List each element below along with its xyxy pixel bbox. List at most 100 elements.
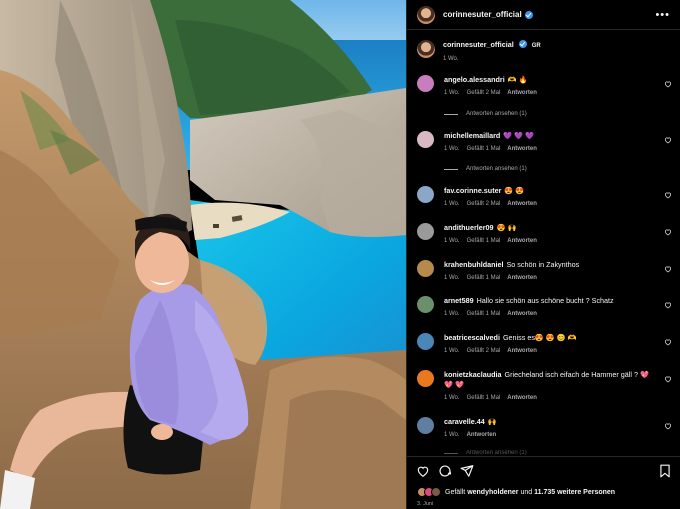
likes-and: und — [520, 488, 533, 496]
heart-icon[interactable] — [664, 136, 672, 144]
commenter-avatar[interactable] — [417, 417, 434, 434]
comment-text: 😍 😍 — [504, 186, 525, 195]
comment-username[interactable]: arnet589 — [444, 296, 474, 305]
comment-item: andithuerler09 😍 🙌 1 Wo. Gefällt 1 Mal Antw… — [417, 223, 672, 244]
heart-icon[interactable] — [664, 301, 672, 309]
comment-time: 1 Wo. — [444, 395, 460, 401]
comment-username[interactable]: caravelle.44 — [444, 417, 485, 426]
heart-icon[interactable] — [664, 191, 672, 199]
comment-time: 1 Wo. — [444, 201, 460, 207]
post-header: corinnesuter_official ••• — [407, 0, 680, 30]
reply-button[interactable]: Antworten — [507, 146, 537, 152]
post-date[interactable]: 3. Juni — [417, 501, 433, 507]
comment-username[interactable]: michellemaillard — [444, 131, 500, 140]
divider — [444, 168, 458, 170]
comment-item: arnet589 Hallo sie schön aus schöne bucht… — [417, 296, 672, 317]
liked-user[interactable]: wendyholdener — [467, 489, 518, 496]
likes-count[interactable]: 11.735 weitere Personen — [534, 489, 615, 496]
likes-prefix: Gefällt — [445, 488, 466, 496]
comment-item: angelo.alessandri 🫶 🔥 1 Wo. Gefällt 2 Mal A… — [417, 75, 672, 96]
avatar — [431, 487, 441, 497]
comment-username[interactable]: beatricescalvedi — [444, 333, 500, 342]
view-replies-button[interactable]: Antworten ansehen (1) — [444, 111, 527, 117]
more-icon[interactable]: ••• — [655, 9, 670, 21]
reply-button[interactable]: Antworten — [507, 395, 537, 401]
view-replies-button[interactable]: Antworten ansehen (1) — [444, 166, 527, 172]
verified-icon — [518, 40, 527, 48]
comment-username[interactable]: fav.corinne.suter — [444, 186, 501, 195]
reply-button[interactable]: Antworten — [507, 275, 537, 281]
view-replies-label: Antworten ansehen (1) — [466, 450, 527, 455]
bookmark-icon[interactable] — [658, 464, 672, 478]
comment-text: 💜 💜 💜 — [503, 131, 535, 140]
divider — [444, 452, 458, 454]
heart-icon[interactable] — [664, 422, 672, 430]
comment-time: 1 Wo. — [444, 90, 460, 96]
comment-likes[interactable]: Gefällt 1 Mal — [467, 311, 501, 317]
commenter-avatar[interactable] — [417, 296, 434, 313]
caption-avatar[interactable] — [417, 40, 435, 58]
comment-text: So schön in Zakynthos — [506, 260, 580, 269]
view-replies-button[interactable]: Antworten ansehen (1) — [444, 450, 527, 455]
comments-panel: corinnesuter_official ••• corinnesuter_o… — [406, 0, 680, 509]
reply-button[interactable]: Antworten — [507, 238, 537, 244]
comment-username[interactable]: krahenbuhldaniel — [444, 260, 504, 269]
comment-likes[interactable]: Gefällt 1 Mal — [467, 275, 501, 281]
reply-button[interactable]: Antworten — [507, 311, 537, 317]
post-caption: corinnesuter_official GR 1 Wo. — [417, 40, 541, 62]
author-username[interactable]: corinnesuter_official — [443, 10, 522, 19]
likes-summary[interactable]: Gefällt wendyholdener und 11.735 weitere… — [417, 487, 615, 497]
comment-time: 1 Wo. — [444, 238, 460, 244]
heart-icon[interactable] — [664, 338, 672, 346]
heart-icon[interactable] — [664, 80, 672, 88]
post-image — [0, 0, 406, 509]
author-avatar[interactable] — [417, 5, 435, 24]
reply-button[interactable]: Antworten — [507, 201, 537, 207]
comment-time: 1 Wo. — [444, 146, 460, 152]
reply-button[interactable]: Antworten — [507, 348, 537, 354]
comment-item: fav.corinne.suter 😍 😍 1 Wo. Gefällt 2 Mal A… — [417, 186, 672, 207]
comment-time: 1 Wo. — [444, 348, 460, 354]
commenter-avatar[interactable] — [417, 370, 434, 387]
comment-text: 🙌 — [487, 417, 497, 426]
heart-icon[interactable] — [664, 375, 672, 383]
likers-avatars — [417, 487, 441, 497]
heart-icon[interactable] — [664, 265, 672, 273]
commenter-avatar[interactable] — [417, 75, 434, 92]
caption-badge: GR — [531, 43, 541, 49]
comment-username[interactable]: andithuerler09 — [444, 223, 494, 232]
comment-username[interactable]: angelo.alessandri — [444, 75, 505, 84]
reply-button[interactable]: Antworten — [467, 432, 497, 438]
comments-list[interactable]: corinnesuter_official GR 1 Wo. angelo.al… — [407, 30, 680, 455]
commenter-avatar[interactable] — [417, 260, 434, 277]
comment-likes[interactable]: Gefällt 1 Mal — [467, 146, 501, 152]
comment-text: 🫶 🔥 — [507, 75, 528, 84]
comment-time: 1 Wo. — [444, 275, 460, 281]
heart-icon[interactable] — [664, 228, 672, 236]
view-replies-label: Antworten ansehen (1) — [466, 166, 527, 172]
commenter-avatar[interactable] — [417, 223, 434, 240]
comment-username[interactable]: konietzkaclaudia — [444, 370, 502, 379]
comment-text: 😍 🙌 — [496, 223, 517, 232]
heart-icon[interactable] — [416, 464, 430, 478]
comment-item: krahenbuhldaniel So schön in Zakynthos 1 … — [417, 260, 672, 281]
comment-likes[interactable]: Gefällt 2 Mal — [467, 201, 501, 207]
comment-text: Geniss es😍 😍 😊 🫶 — [502, 333, 577, 342]
comment-likes[interactable]: Gefällt 2 Mal — [467, 90, 501, 96]
commenter-avatar[interactable] — [417, 186, 434, 203]
caption-time: 1 Wo. — [443, 56, 459, 62]
comment-likes[interactable]: Gefällt 1 Mal — [467, 395, 501, 401]
comment-text: Hallo sie schön aus schöne bucht ? Schat… — [476, 296, 614, 305]
comment-item: konietzkaclaudia Griecheland isch eifach … — [417, 370, 672, 401]
comment-likes[interactable]: Gefällt 1 Mal — [467, 238, 501, 244]
comment-icon[interactable] — [438, 464, 452, 478]
comment-item: caravelle.44 🙌 1 Wo. Antworten — [417, 417, 672, 438]
post-photo — [0, 0, 406, 509]
caption-username[interactable]: corinnesuter_official — [443, 40, 514, 49]
comment-likes[interactable]: Gefällt 2 Mal — [467, 348, 501, 354]
commenter-avatar[interactable] — [417, 131, 434, 148]
comment-time: 1 Wo. — [444, 432, 460, 438]
share-icon[interactable] — [460, 464, 474, 478]
commenter-avatar[interactable] — [417, 333, 434, 350]
reply-button[interactable]: Antworten — [507, 90, 537, 96]
